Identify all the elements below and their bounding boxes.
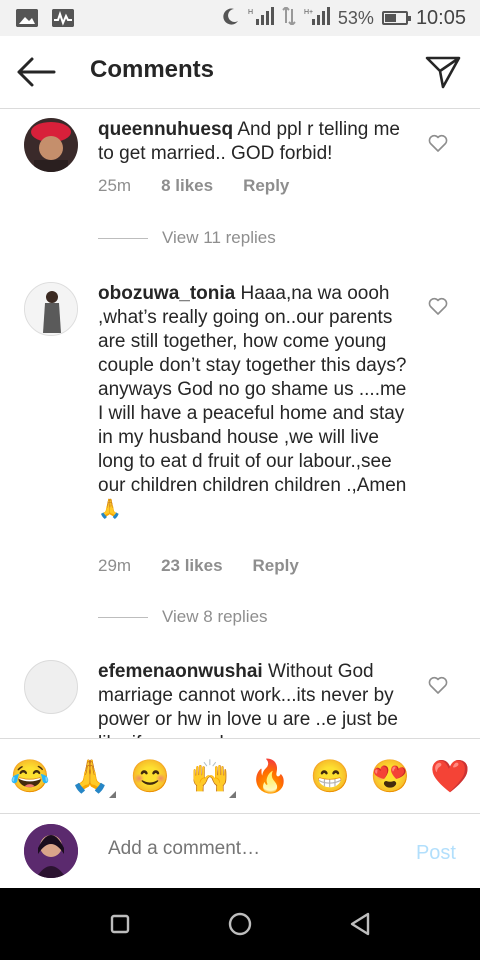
red-heart-emoji-button[interactable]: ❤️	[430, 756, 470, 796]
folded-hands-emoji-button[interactable]: 🙏	[70, 756, 116, 798]
like-heart-icon[interactable]	[428, 134, 448, 152]
like-heart-icon[interactable]	[428, 297, 448, 315]
svg-text:H+: H+	[304, 9, 313, 16]
battery-percent: 53%	[337, 7, 374, 28]
reply-button[interactable]: Reply	[243, 176, 289, 196]
grinning-emoji-button[interactable]: 😁	[310, 756, 350, 796]
comment-input[interactable]	[108, 838, 388, 860]
smiling-emoji-button[interactable]: 😊	[130, 756, 170, 796]
gallery-notification-icon	[16, 9, 38, 27]
page-title: Comments	[90, 56, 215, 83]
send-icon[interactable]	[424, 54, 462, 90]
avatar[interactable]	[24, 660, 78, 714]
clock: 10:05	[415, 6, 466, 29]
view-replies-label: View 11 replies	[162, 228, 276, 247]
moon-icon	[222, 7, 240, 30]
comment-username[interactable]: efemenaonwushai	[98, 661, 263, 682]
avatar[interactable]	[24, 118, 78, 172]
comment-likes[interactable]: 23 likes	[161, 556, 222, 576]
like-heart-icon[interactable]	[428, 676, 448, 694]
divider-line	[98, 616, 148, 618]
divider-line	[98, 237, 148, 239]
home-icon[interactable]	[226, 910, 254, 938]
comment-meta: 25m 8 likes Reply	[98, 176, 289, 196]
activity-notification-icon	[52, 9, 74, 27]
back-arrow-icon[interactable]	[14, 54, 58, 90]
avatar[interactable]	[24, 282, 78, 336]
comment-item: efemenaonwushai Without God marriage can…	[0, 658, 480, 738]
recent-apps-icon[interactable]	[106, 910, 134, 938]
tears-of-joy-emoji-button[interactable]: 😂	[10, 756, 50, 796]
battery-icon	[381, 11, 411, 25]
fire-emoji-button[interactable]: 🔥	[250, 756, 290, 796]
comment-text: Haaa,na wa oooh ,what’s really going on.…	[98, 283, 407, 520]
signal-icon: H	[248, 6, 274, 30]
data-transfer-icon	[282, 5, 296, 30]
comment-username[interactable]: queennuhuesq	[98, 119, 233, 140]
comment-likes[interactable]: 8 likes	[161, 176, 213, 196]
svg-text:H: H	[248, 9, 253, 16]
emoji-bar: 😂 🙏 😊 🙌 🔥 😁 😍 ❤️	[0, 738, 480, 814]
system-nav-bar	[0, 888, 480, 960]
view-replies-button[interactable]: View 8 replies	[98, 607, 268, 627]
heart-eyes-emoji-button[interactable]: 😍	[370, 756, 410, 796]
view-replies-button[interactable]: View 11 replies	[98, 228, 276, 248]
raising-hands-emoji-button[interactable]: 🙌	[190, 756, 236, 798]
signal-icon-2: H+	[304, 6, 330, 30]
skin-tone-indicator-icon	[229, 791, 236, 798]
app-bar: Comments	[0, 36, 480, 109]
comment-item: obozuwa_tonia Haaa,na wa oooh ,what’s re…	[0, 280, 480, 630]
avatar	[24, 824, 78, 878]
reply-button[interactable]: Reply	[253, 556, 299, 576]
comments-list[interactable]: queennuhuesq And ppl r telling me to get…	[0, 108, 480, 738]
skin-tone-indicator-icon	[109, 791, 116, 798]
view-replies-label: View 8 replies	[162, 607, 268, 626]
folded-hands-emoji: 🙏	[70, 758, 110, 794]
back-triangle-icon[interactable]	[346, 910, 374, 938]
comment-meta: 29m 23 likes Reply	[98, 556, 299, 576]
comment-composer: Post	[0, 814, 480, 888]
raising-hands-emoji: 🙌	[190, 758, 230, 794]
comment-time: 29m	[98, 556, 132, 575]
comment-username[interactable]: obozuwa_tonia	[98, 283, 235, 304]
comment-time: 25m	[98, 176, 132, 195]
comment-item: queennuhuesq And ppl r telling me to get…	[0, 108, 480, 258]
post-button[interactable]: Post	[416, 842, 456, 865]
status-bar: H H+ 53% 10:05	[0, 0, 480, 36]
